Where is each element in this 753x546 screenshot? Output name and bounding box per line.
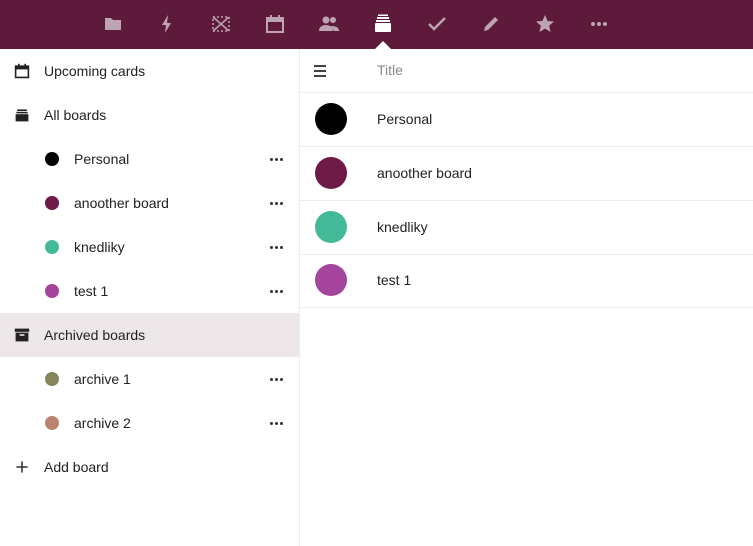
- favorites-icon[interactable]: [533, 12, 557, 36]
- column-title[interactable]: Title: [377, 49, 403, 91]
- board-title: test 1: [377, 272, 412, 288]
- activity-icon[interactable]: [155, 12, 179, 36]
- nav-label: Archived boards: [44, 327, 146, 343]
- active-indicator: [375, 41, 391, 49]
- board-label: archive 1: [74, 371, 131, 387]
- board-actions-button[interactable]: [266, 149, 286, 169]
- board-title: knedliky: [377, 219, 428, 235]
- board-label: anoother board: [74, 195, 169, 211]
- contacts-icon[interactable]: [317, 12, 341, 36]
- notes-icon[interactable]: [479, 12, 503, 36]
- sidebar-board-archive-2[interactable]: archive 2: [0, 401, 299, 445]
- board-label: archive 2: [74, 415, 131, 431]
- board-color-dot: [45, 372, 59, 386]
- board-actions-button[interactable]: [266, 237, 286, 257]
- nav-label: Add board: [44, 459, 109, 475]
- app-header: [0, 0, 753, 49]
- board-row-anoother-board[interactable]: anoother board: [300, 147, 753, 201]
- board-title: anoother board: [377, 165, 472, 181]
- board-label: knedliky: [74, 239, 125, 255]
- sidebar-board-archive-1[interactable]: archive 1: [0, 357, 299, 401]
- nav-all-boards[interactable]: All boards: [0, 93, 299, 137]
- board-label: test 1: [74, 283, 109, 299]
- board-color-dot: [45, 416, 59, 430]
- tasks-icon[interactable]: [425, 12, 449, 36]
- folder-icon[interactable]: [101, 12, 125, 36]
- board-actions-button[interactable]: [266, 413, 286, 433]
- board-actions-button[interactable]: [266, 281, 286, 301]
- nav-label: All boards: [44, 107, 107, 123]
- board-color-bubble: [315, 103, 347, 135]
- menu-icon[interactable]: [314, 65, 328, 77]
- board-title: Personal: [377, 111, 433, 127]
- calendar-icon: [12, 61, 32, 81]
- nav-label: Upcoming cards: [44, 63, 146, 79]
- plus-icon: [12, 457, 32, 477]
- boards-icon: [12, 105, 32, 125]
- board-color-dot: [45, 240, 59, 254]
- board-color-dot: [45, 152, 59, 166]
- boards-list: Title Personal anoother board knedliky t…: [300, 49, 753, 546]
- sidebar-board-anoother-board[interactable]: anoother board: [0, 181, 299, 225]
- board-row-knedliky[interactable]: knedliky: [300, 201, 753, 255]
- sidebar-board-test-1[interactable]: test 1: [0, 269, 299, 313]
- sidebar-board-personal[interactable]: Personal: [0, 137, 299, 181]
- gallery-icon[interactable]: [209, 12, 233, 36]
- nav-archived-boards[interactable]: Archived boards: [0, 313, 299, 357]
- board-color-bubble: [315, 264, 347, 296]
- board-label: Personal: [74, 151, 130, 167]
- nav-upcoming-cards[interactable]: Upcoming cards: [0, 49, 299, 93]
- more-icon[interactable]: [587, 12, 611, 36]
- board-actions-button[interactable]: [266, 369, 286, 389]
- calendar-icon[interactable]: [263, 12, 287, 36]
- sidebar-board-knedliky[interactable]: knedliky: [0, 225, 299, 269]
- deck-icon[interactable]: [371, 12, 395, 36]
- board-color-bubble: [315, 211, 347, 243]
- board-row-personal[interactable]: Personal: [300, 93, 753, 147]
- add-board-button[interactable]: Add board: [0, 445, 299, 489]
- board-color-dot: [45, 284, 59, 298]
- board-actions-button[interactable]: [266, 193, 286, 213]
- board-row-test-1[interactable]: test 1: [300, 254, 753, 308]
- board-color-dot: [45, 196, 59, 210]
- archive-icon: [12, 325, 32, 345]
- board-color-bubble: [315, 157, 347, 189]
- navigation-sidebar: Upcoming cards All boards Personal anoot…: [0, 49, 300, 546]
- list-header: Title: [300, 49, 753, 93]
